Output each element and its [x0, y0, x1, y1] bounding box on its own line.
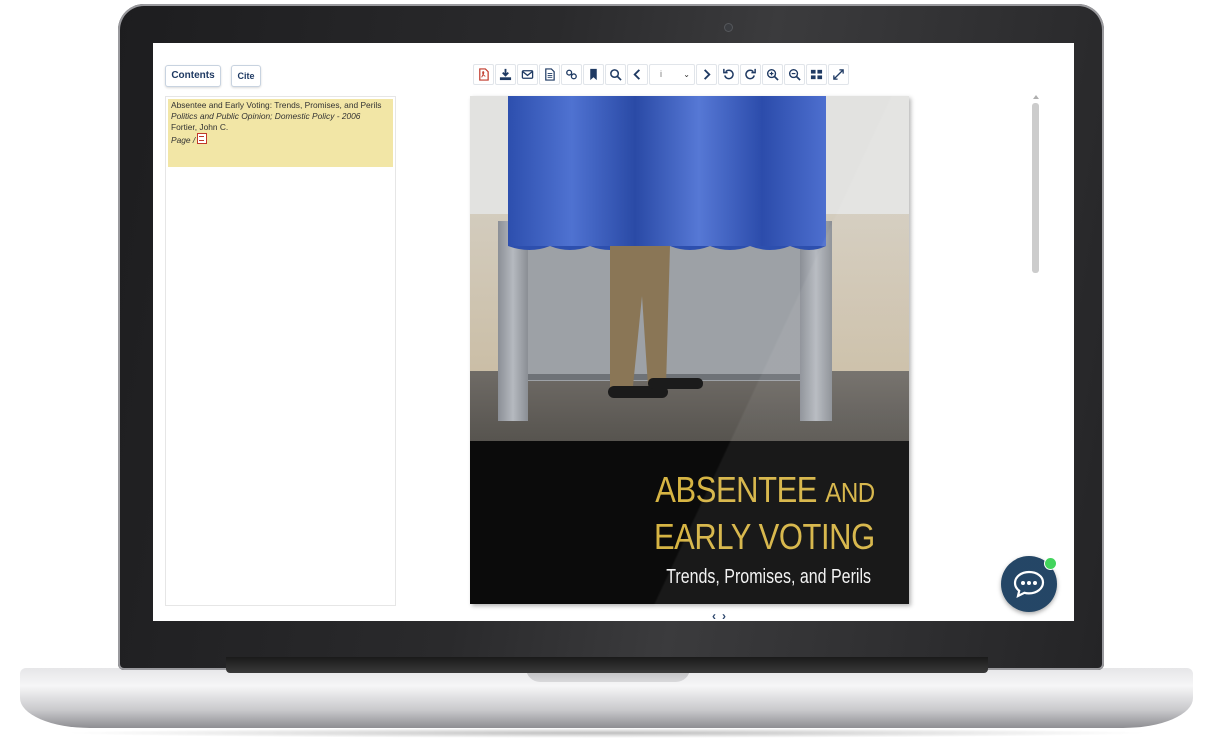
- chat-button[interactable]: [1001, 556, 1057, 612]
- pdf-icon: [479, 67, 489, 81]
- tab-cite[interactable]: Cite: [231, 65, 261, 87]
- toc-series: Politics and Public Opinion; Domestic Po…: [171, 111, 361, 121]
- contents-panel: Absentee and Early Voting: Trends, Promi…: [165, 96, 396, 606]
- laptop-shadow: [60, 728, 1153, 738]
- document-button[interactable]: [539, 63, 560, 85]
- fullscreen-button[interactable]: [828, 63, 849, 85]
- book-page: ABSENTEE AND EARLY VOTING Trends, Promis…: [470, 96, 909, 604]
- cover-subtitle: Trends, Promises, and Perils: [666, 566, 871, 588]
- page-select[interactable]: i ⌄: [649, 63, 695, 85]
- viewer-scrollbar[interactable]: [1030, 95, 1041, 605]
- tab-contents[interactable]: Contents: [165, 65, 221, 87]
- search-icon: [610, 68, 622, 81]
- cover-title-line2: EARLY VOTING: [654, 516, 875, 557]
- cover-photo: [470, 96, 909, 441]
- next-page-button[interactable]: [696, 63, 717, 85]
- link-icon: [566, 69, 577, 79]
- toc-title[interactable]: Absentee and Early Voting: Trends, Promi…: [171, 100, 381, 110]
- thumbnails-button[interactable]: [806, 63, 827, 85]
- document-icon: [545, 67, 555, 81]
- bookmark-icon: [590, 68, 597, 80]
- page-nav: ‹ ›: [701, 609, 737, 621]
- cover-title-line1-small: AND: [825, 477, 875, 508]
- thumbnails-icon: [810, 69, 823, 79]
- fullscreen-icon: [833, 68, 844, 80]
- rotate-right-button[interactable]: [740, 63, 761, 85]
- chevron-down-icon: ⌄: [683, 69, 690, 79]
- webcam: [725, 24, 732, 31]
- next-page-arrow[interactable]: ›: [722, 609, 726, 621]
- email-button[interactable]: [517, 63, 538, 85]
- online-status-dot: [1044, 557, 1057, 570]
- rotate-left-button[interactable]: [718, 63, 739, 85]
- rotate-right-icon: [745, 68, 756, 79]
- toc-author: Fortier, John C.: [171, 122, 229, 132]
- search-button[interactable]: [605, 63, 626, 85]
- toc-page-label: Page /: [171, 135, 196, 145]
- download-icon: [499, 68, 512, 80]
- laptop-hinge: [226, 657, 988, 673]
- toc-entry[interactable]: Absentee and Early Voting: Trends, Promi…: [168, 99, 393, 167]
- next-page-icon: [703, 68, 711, 80]
- email-icon: [521, 69, 534, 79]
- viewer-toolbar: i ⌄: [473, 63, 928, 85]
- bookmark-button[interactable]: [583, 63, 604, 85]
- zoom-in-button[interactable]: [762, 63, 783, 85]
- zoom-out-icon: [788, 68, 801, 81]
- pdf-button[interactable]: [473, 63, 494, 85]
- zoom-out-button[interactable]: [784, 63, 805, 85]
- pdf-icon[interactable]: [197, 133, 208, 144]
- zoom-in-icon: [766, 68, 779, 81]
- cover-title-band: ABSENTEE AND EARLY VOTING Trends, Promis…: [470, 441, 909, 604]
- chat-icon: [1013, 570, 1045, 598]
- page-select-value: i: [660, 69, 662, 79]
- prev-page-arrow[interactable]: ‹: [712, 609, 716, 621]
- link-button[interactable]: [561, 63, 582, 85]
- cover-title-line1: ABSENTEE: [655, 469, 826, 510]
- scroll-thumb[interactable]: [1032, 103, 1039, 273]
- scroll-up-arrow[interactable]: [1033, 95, 1039, 99]
- rotate-left-icon: [723, 68, 734, 79]
- laptop-screen: Contents Cite Absentee and Early Voting:…: [153, 43, 1074, 621]
- download-button[interactable]: [495, 63, 516, 85]
- cover-title: ABSENTEE AND EARLY VOTING: [654, 468, 875, 559]
- previous-page-icon: [633, 68, 641, 80]
- previous-page-button[interactable]: [627, 63, 648, 85]
